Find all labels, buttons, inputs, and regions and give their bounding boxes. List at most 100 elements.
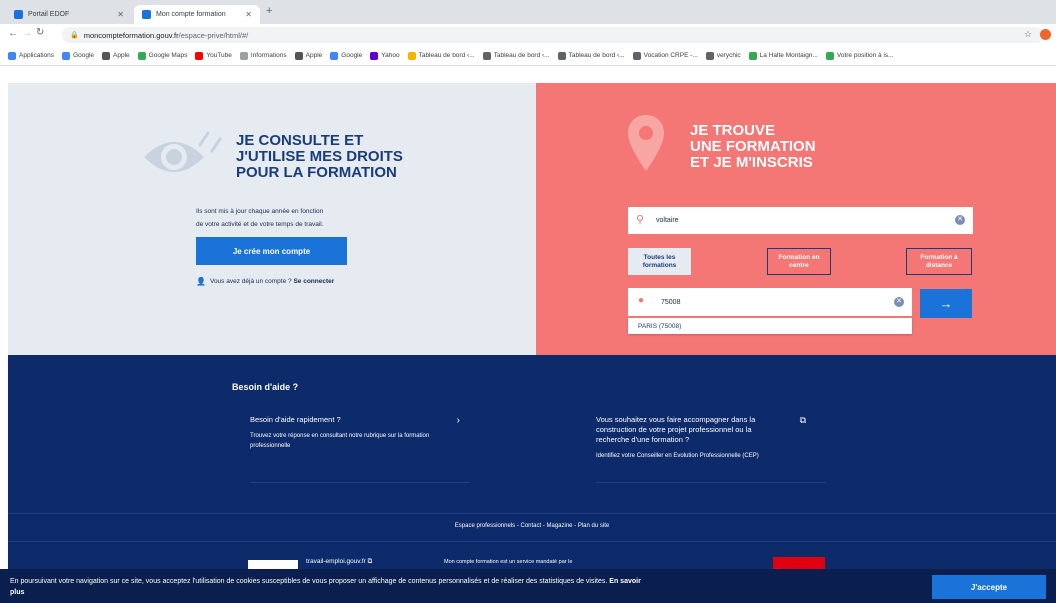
bookmark-label: Informations (250, 52, 287, 59)
bookmark-favicon-icon (370, 51, 379, 60)
bookmark-favicon-icon (748, 51, 757, 60)
cep-card[interactable]: Vous souhaitez vous faire accompagner da… (596, 415, 826, 483)
bookmark-favicon-icon (137, 51, 146, 60)
external-link-icon: ⧉ (367, 558, 373, 565)
bookmark-item[interactable]: Apple (294, 51, 323, 60)
bookmark-favicon-icon (102, 51, 111, 60)
bookmark-label: Apple (305, 52, 323, 59)
lock-icon: 🔒 (70, 32, 79, 39)
arrow-right-icon: → (939, 296, 953, 311)
browser-tab-mon-compte-formation[interactable]: Mon compte formation ✕ (134, 5, 260, 24)
bookmark-favicon-icon (557, 51, 566, 60)
cookie-banner: En poursuivant votre navigation sur ce s… (0, 569, 1056, 603)
chevron-right-icon: › (456, 415, 460, 426)
bookmark-favicon-icon (705, 51, 714, 60)
address-bar[interactable]: 🔒 moncompteformation.gouv.fr/espace-priv… (62, 27, 1044, 43)
find-training-title: JE TROUVE UNE FORMATION ET JE M'INSCRIS (690, 123, 816, 171)
bookmark-label: Tableau de bord ‹... (568, 52, 625, 59)
bookmark-favicon-icon (294, 51, 303, 60)
bookmark-item[interactable]: Tableau de bord ‹... (407, 51, 475, 60)
bookmark-label: Google (73, 52, 95, 59)
url-host: moncompteformation.gouv.fr (83, 30, 179, 40)
filter-in-center[interactable]: Formation en centre (767, 248, 831, 275)
bookmark-item[interactable]: Apple (102, 51, 130, 60)
login-prompt-text: Vous avez déjà un compte ? (209, 278, 292, 285)
filter-all-trainings[interactable]: Toutes les formations (628, 248, 691, 275)
consult-rights-panel: JE CONSULTE ET J'UTILISE MES DROITS POUR… (8, 83, 536, 355)
tab-label: Portail EDOF (28, 11, 70, 18)
browser-tab-portail-edof[interactable]: Portail EDOF ✕ (6, 5, 132, 24)
clear-search-icon[interactable]: ✕ (955, 215, 965, 225)
bookmark-item[interactable]: YouTube (195, 51, 232, 60)
bookmark-item[interactable]: Google (330, 51, 363, 60)
bookmark-label: YouTube (206, 52, 232, 59)
site-favicon-icon (142, 10, 151, 19)
location-pin-icon (628, 115, 664, 171)
title-line: POUR LA FORMATION (236, 164, 397, 181)
profile-avatar[interactable] (1040, 29, 1051, 40)
training-search-input[interactable]: ⚲ voltaire ✕ (628, 207, 973, 236)
card-text: Identifiez votre Conseiller en Evolution… (596, 453, 759, 459)
search-submit-button[interactable]: → (920, 289, 972, 318)
location-input[interactable]: ● 75008 ✕ (628, 288, 912, 318)
bookmark-favicon-icon (407, 51, 416, 60)
bookmark-item[interactable]: Google Maps (137, 51, 188, 60)
location-suggestion[interactable]: PARIS (75008) (628, 318, 912, 334)
help-title: Besoin d'aide ? (232, 382, 299, 392)
bookmark-label: Vocation CRPE -... (643, 52, 698, 59)
bookmark-item[interactable]: Votre position à is... (825, 51, 894, 60)
partner-link[interactable]: travail-emploi.gouv.fr ⧉ (306, 558, 372, 566)
search-icon: ⚲ (636, 214, 645, 226)
search-value: voltaire (656, 217, 679, 224)
site-favicon-icon (14, 10, 23, 19)
bookmark-item[interactable]: Applications (8, 51, 54, 60)
bookmark-favicon-icon (8, 51, 16, 60)
bookmark-item[interactable]: Google (62, 51, 95, 60)
bookmark-item[interactable]: Tableau de bord ‹... (482, 51, 550, 60)
card-text: Trouvez votre réponse en consultant notr… (250, 433, 430, 449)
reload-icon[interactable]: ↻ (36, 27, 44, 38)
cookie-text: En poursuivant votre navigation sur ce s… (10, 578, 608, 585)
bookmark-item[interactable]: Informations (239, 51, 287, 60)
bookmark-item[interactable]: La Halte Montaign... (748, 51, 818, 60)
bookmark-item[interactable]: verychic (705, 51, 741, 60)
forward-arrow-icon[interactable]: → (22, 28, 32, 39)
consult-title: JE CONSULTE ET J'UTILISE MES DROITS POUR… (236, 133, 403, 181)
bookmark-label: Google (341, 52, 363, 59)
card-title: Besoin d'aide rapidement ? (250, 415, 341, 424)
cookie-accept-button[interactable]: J'accepte (932, 575, 1046, 599)
bookmark-label: Google Maps (148, 52, 188, 59)
title-line: JE TROUVE (690, 122, 776, 139)
bookmark-favicon-icon (632, 51, 641, 60)
new-tab-icon[interactable]: + (266, 5, 272, 17)
login-link[interactable]: Se connecter (293, 278, 334, 285)
bookmark-label: Tableau de bord ‹... (418, 52, 475, 59)
footer-links[interactable]: Espace professionnels - Contact - Magazi… (8, 513, 1056, 541)
eye-icon (144, 131, 222, 172)
title-line: ET JE M'INSCRIS (690, 154, 813, 171)
bookmark-label: La Halte Montaign... (759, 52, 818, 59)
clear-location-icon[interactable]: ✕ (894, 297, 904, 307)
rights-description: Ils sont mis à jour chaque année en fonc… (196, 205, 324, 231)
bookmark-label: Tableau de bord ‹... (493, 52, 550, 59)
help-section: Besoin d'aide ? Besoin d'aide rapidement… (8, 355, 1056, 570)
description-line: de votre activité et de votre temps de t… (196, 221, 324, 228)
external-link-icon: ⧉ (799, 415, 806, 425)
browser-toolbar: ← → ↻ 🔒 moncompteformation.gouv.fr/espac… (0, 24, 1056, 46)
bookmark-favicon-icon (825, 51, 834, 60)
title-line: J'UTILISE MES DROITS (236, 148, 403, 165)
bookmark-label: verychic (716, 52, 741, 59)
mandate-text: Mon compte formation est un service mand… (444, 559, 573, 565)
bookmark-item[interactable]: Tableau de bord ‹... (557, 51, 625, 60)
bookmark-label: Votre position à is... (836, 52, 894, 59)
close-tab-icon[interactable]: ✕ (245, 10, 252, 19)
filter-distance[interactable]: Formation à distance (906, 248, 972, 275)
bookmark-item[interactable]: Vocation CRPE -... (632, 51, 698, 60)
bookmark-star-icon[interactable]: ☆ (1024, 29, 1032, 40)
create-account-button[interactable]: Je crée mon compte (196, 237, 347, 265)
close-tab-icon[interactable]: ✕ (117, 10, 124, 19)
quick-help-card[interactable]: Besoin d'aide rapidement ? Trouvez votre… (250, 415, 470, 483)
bookmark-item[interactable]: Yahoo (370, 51, 400, 60)
back-arrow-icon[interactable]: ← (8, 28, 18, 39)
bookmark-label: Yahoo (381, 52, 400, 59)
